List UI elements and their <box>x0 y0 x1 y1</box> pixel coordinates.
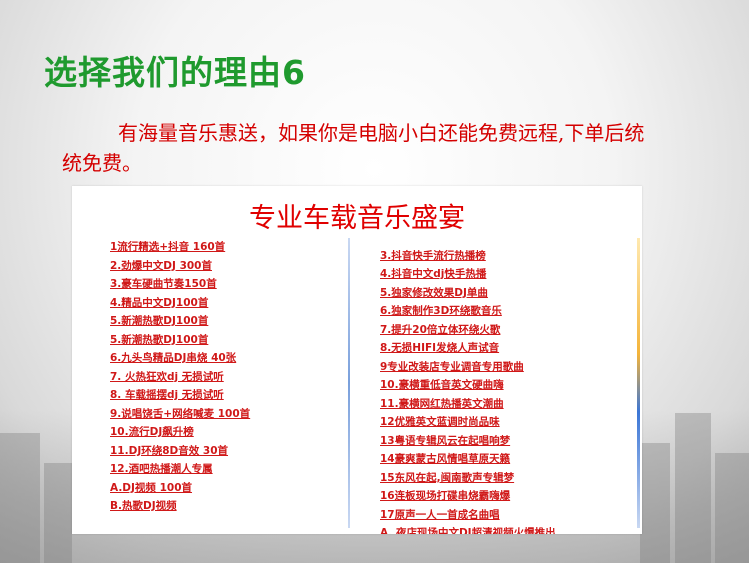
list-item: 3.抖音快手流行热播榜 <box>380 249 486 262</box>
list-item: 7.提升20倍立体环绕火歌 <box>380 323 501 336</box>
list-item: 1流行精选+抖音 160首 <box>110 241 226 253</box>
right-music-list: 3.抖音快手流行热播榜 4.抖音中文dj快手热播 5.独家修改效果DJ单曲 6.… <box>380 228 556 535</box>
list-item: 12优雅英文蓝调时尚品味 <box>380 416 500 428</box>
list-item: 5.新潮热歌DJ100首 <box>110 315 209 327</box>
list-item: 10.流行DJ飙升榜 <box>110 426 194 438</box>
list-item: 11.豪横网红热播英文潮曲 <box>380 397 504 410</box>
panel-title: 专业车载音乐盛宴 <box>249 203 465 234</box>
list-item-partial <box>380 228 556 247</box>
slide-title: 选择我们的理由6 <box>44 53 306 92</box>
list-item: 9专业改装店专业调音专用歌曲 <box>380 360 524 373</box>
column-divider <box>348 238 350 528</box>
left-music-list: 1流行精选+抖音 160首 2.劲爆中文DJ 300首 3.豪车硬曲节奏150首… <box>110 238 250 516</box>
right-edge-bar <box>637 238 640 528</box>
list-item: 10.豪横重低音英文硬曲嗨 <box>380 379 504 391</box>
list-item: 7. 火热狂欢dj 无损试听 <box>110 370 224 383</box>
list-item: 12.酒吧热播潮人专属 <box>110 463 213 475</box>
slide-body-text: 有海量音乐惠送，如果你是电脑小白还能免费远程,下单后统统免费。 <box>62 118 652 178</box>
list-item: 13粤语专辑风云在起唱响梦 <box>380 434 511 447</box>
list-item: 6.九头鸟精品DJ串烧 40张 <box>110 352 237 364</box>
list-item: 9.说唱饶舌+网络喊麦 100首 <box>110 407 251 420</box>
list-item: 11.DJ环绕8D音效 30首 <box>110 444 229 457</box>
list-item: 15东风在起,闽南歌声专辑梦 <box>380 471 515 484</box>
list-item: 6.独家制作3D环绕歌音乐 <box>380 305 502 317</box>
list-item: A.DJ视频 100首 <box>110 481 193 494</box>
list-item: 14豪爽蒙古风情唱草原天籁 <box>380 453 511 465</box>
list-item: 4.抖音中文dj快手热播 <box>380 268 487 280</box>
list-item: 8. 车载摇摆dj 无损试听 <box>110 389 224 401</box>
list-item: A. 夜店现场中文DJ超清视频火爆推出 <box>380 527 556 534</box>
list-item: 2.劲爆中文DJ 300首 <box>110 259 212 272</box>
list-item: B.热歌DJ视频 <box>110 500 177 512</box>
list-item: 5.新潮热歌DJ100首 <box>110 333 209 346</box>
list-item: 4.精品中文DJ100首 <box>110 296 209 309</box>
list-item: 5.独家修改效果DJ单曲 <box>380 286 488 299</box>
slide-body-content: 有海量音乐惠送，如果你是电脑小白还能免费远程,下单后统统免费。 <box>62 121 645 175</box>
list-item: 3.豪车硬曲节奏150首 <box>110 278 217 290</box>
music-list-image: 专业车载音乐盛宴 1流行精选+抖音 160首 2.劲爆中文DJ 300首 3.豪… <box>72 186 642 534</box>
list-item: 17原声一人一首成名曲唱 <box>380 508 500 521</box>
list-item: 16连板现场打碟串烧霸嗨爆 <box>380 490 511 502</box>
list-item: 8.无损HIFI发烧人声试音 <box>380 342 500 354</box>
